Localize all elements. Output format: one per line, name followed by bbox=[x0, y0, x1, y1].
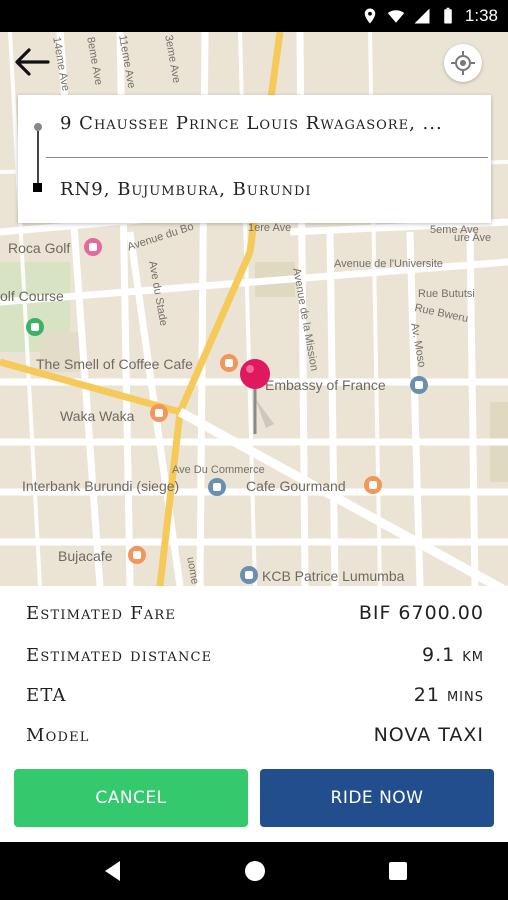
poi-golf-course-icon[interactable] bbox=[26, 318, 44, 336]
fare-row: Estimated Fare BIF 6700.00 bbox=[26, 598, 484, 628]
map-label-avenue-universite: Avenue de l'Universite bbox=[334, 258, 443, 270]
map-label-embassy: Embassy of France bbox=[265, 377, 386, 393]
fare-label: Estimated Fare bbox=[26, 602, 177, 624]
model-row: Model NOVA TAXI bbox=[26, 720, 484, 750]
cancel-button[interactable]: CANCEL bbox=[14, 769, 248, 827]
recents-square-icon[interactable] bbox=[385, 858, 411, 884]
map-label-roca-golf: Roca Golf bbox=[8, 240, 71, 256]
status-icons: 1:38 bbox=[361, 0, 498, 32]
dropoff-square-icon bbox=[33, 183, 42, 192]
back-triangle-icon[interactable] bbox=[100, 858, 126, 884]
eta-label: ETA bbox=[26, 684, 67, 706]
poi-kcb-icon[interactable] bbox=[240, 566, 258, 584]
pickup-dot-icon bbox=[34, 123, 42, 131]
poi-interbank-icon[interactable] bbox=[208, 478, 226, 496]
signal-icon bbox=[414, 8, 430, 24]
map-label-interbank: Interbank Burundi (siege) bbox=[22, 478, 180, 494]
map-label-bujacafe: Bujacafe bbox=[58, 548, 113, 564]
map-view[interactable]: Roca Golf olf Course The Smell of Coffee… bbox=[0, 32, 508, 586]
model-label: Model bbox=[26, 724, 90, 746]
map-label-rue-bututsi: Rue Bututsi bbox=[418, 288, 475, 300]
wifi-icon bbox=[387, 10, 405, 23]
map-label-golf-course: olf Course bbox=[0, 288, 64, 304]
ride-now-button[interactable]: RIDE NOW bbox=[260, 769, 494, 827]
location-icon bbox=[364, 8, 376, 24]
eta-row: ETA 21 mins bbox=[26, 680, 484, 710]
model-value: NOVA TAXI bbox=[373, 724, 484, 746]
poi-bujacafe-icon[interactable] bbox=[128, 546, 146, 564]
eta-value: 21 mins bbox=[413, 684, 484, 706]
distance-value: 9.1 km bbox=[422, 644, 484, 666]
status-time: 1:38 bbox=[464, 6, 498, 25]
distance-label: Estimated distance bbox=[26, 644, 213, 666]
home-circle-icon[interactable] bbox=[242, 858, 268, 884]
route-connector bbox=[37, 131, 39, 183]
poi-cafe-gourmand-icon[interactable] bbox=[364, 476, 382, 494]
map-label-waka-waka: Waka Waka bbox=[60, 408, 135, 424]
poi-embassy-icon[interactable] bbox=[410, 376, 428, 394]
dropoff-address[interactable]: RN9, Bujumbura, Burundi bbox=[60, 179, 480, 200]
route-card: 9 Chaussee Prince Louis Rwagasore, ... R… bbox=[18, 95, 491, 223]
map-label-1ere-ave: 1ere Ave bbox=[248, 222, 292, 234]
map-label-ure-ave: ure Ave bbox=[454, 232, 492, 244]
map-label-cafe-gourmand: Cafe Gourmand bbox=[246, 478, 346, 494]
status-bar: 1:38 bbox=[0, 0, 508, 32]
pickup-address[interactable]: 9 Chaussee Prince Louis Rwagasore, ... bbox=[60, 113, 480, 134]
back-arrow-icon[interactable] bbox=[14, 46, 50, 78]
location-pin-icon bbox=[240, 359, 274, 434]
map-label-ave-du-commerce: Ave Du Commerce bbox=[172, 464, 265, 476]
distance-row: Estimated distance 9.1 km bbox=[26, 640, 484, 670]
poi-roca-golf-icon[interactable] bbox=[84, 238, 102, 256]
map-label-kcb: KCB Patrice Lumumba bbox=[262, 568, 405, 584]
battery-icon bbox=[444, 7, 452, 24]
fare-value: BIF 6700.00 bbox=[358, 602, 484, 624]
crosshair-icon bbox=[451, 51, 475, 75]
poi-coffee-cafe-icon[interactable] bbox=[220, 354, 238, 372]
my-location-button[interactable] bbox=[444, 44, 482, 82]
map-label-smell-of-coffee: The Smell of Coffee Cafe bbox=[36, 356, 193, 372]
poi-waka-waka-icon[interactable] bbox=[150, 404, 168, 422]
address-divider bbox=[46, 157, 488, 158]
system-nav-bar bbox=[0, 842, 508, 900]
